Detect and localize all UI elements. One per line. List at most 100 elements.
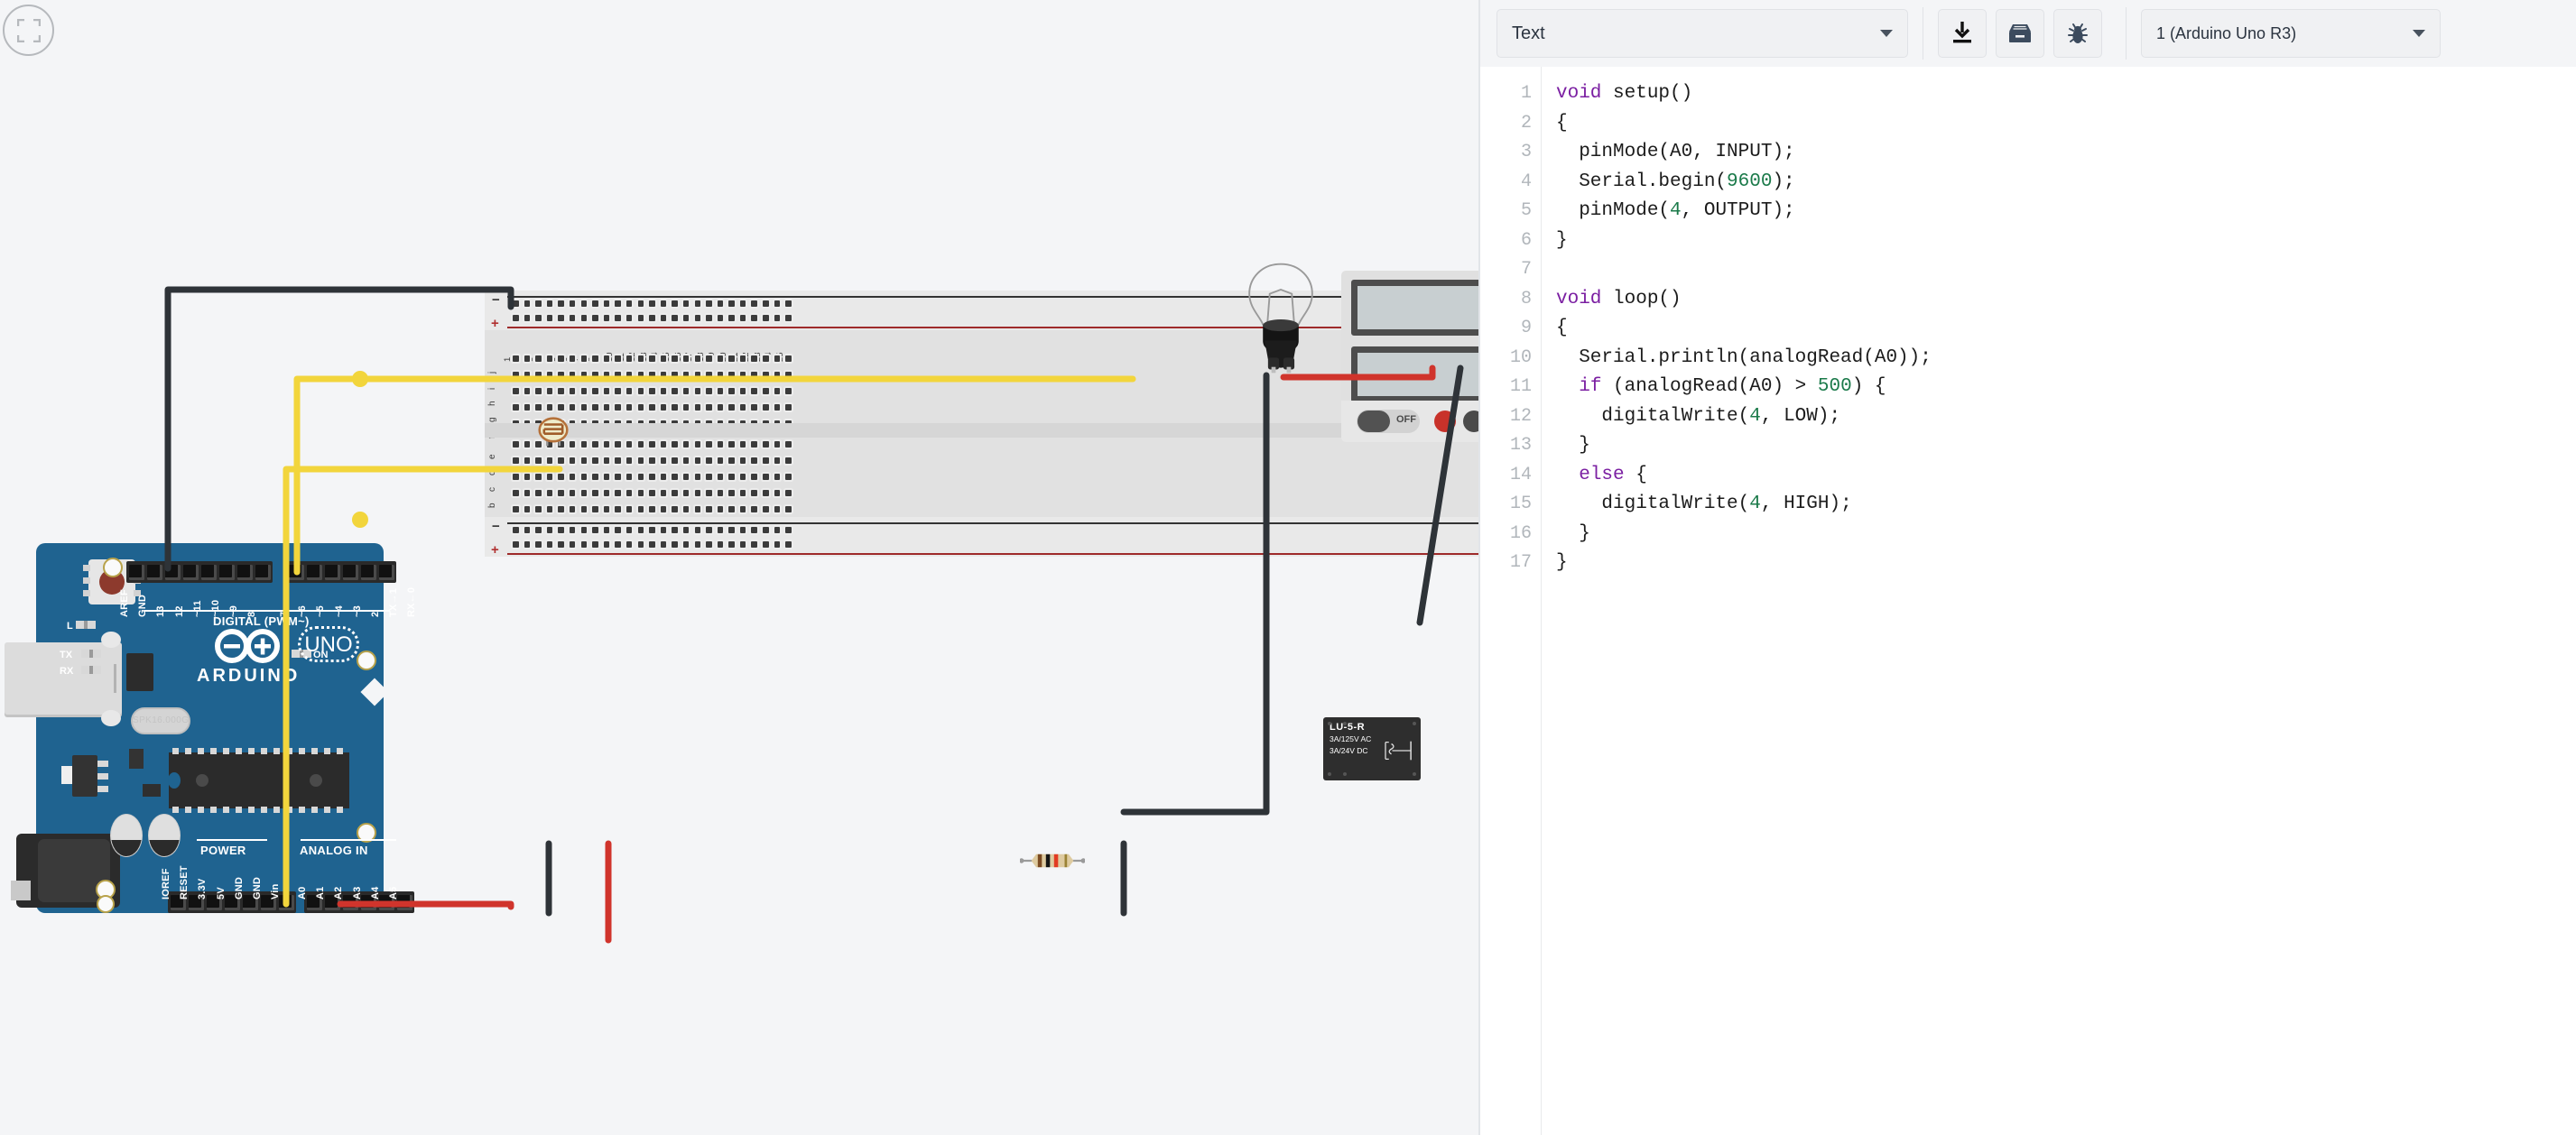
breadboard-hole[interactable] xyxy=(646,473,658,482)
breadboard-hole[interactable] xyxy=(703,473,715,482)
breadboard-hole[interactable] xyxy=(748,526,760,535)
power-supply[interactable]: OFF xyxy=(1341,271,1478,442)
breadboard-hole[interactable] xyxy=(726,540,737,549)
breadboard-hole[interactable] xyxy=(760,371,772,380)
breadboard-hole[interactable] xyxy=(669,489,681,498)
breadboard-hole[interactable] xyxy=(612,505,624,514)
breadboard-hole[interactable] xyxy=(624,505,635,514)
breadboard-hole[interactable] xyxy=(589,300,601,309)
breadboard-hole[interactable] xyxy=(783,440,794,449)
psu-power-toggle[interactable]: OFF xyxy=(1357,410,1420,433)
breadboard-hole[interactable] xyxy=(510,489,522,498)
digital-header-left[interactable] xyxy=(126,561,273,583)
breadboard-hole[interactable] xyxy=(635,314,647,323)
breadboard-hole[interactable] xyxy=(681,473,692,482)
breadboard-hole[interactable] xyxy=(726,355,737,364)
breadboard-hole[interactable] xyxy=(601,300,613,309)
breadboard-hole[interactable] xyxy=(601,314,613,323)
breadboard-hole[interactable] xyxy=(658,526,670,535)
breadboard-hole[interactable] xyxy=(533,403,544,412)
breadboard-hole[interactable] xyxy=(601,457,613,466)
breadboard-hole[interactable] xyxy=(681,505,692,514)
pin-socket[interactable] xyxy=(255,565,271,580)
breadboard-hole[interactable] xyxy=(760,403,772,412)
breadboard-hole[interactable] xyxy=(760,314,772,323)
breadboard-hole[interactable] xyxy=(692,440,704,449)
breadboard-hole[interactable] xyxy=(669,457,681,466)
breadboard-hole[interactable] xyxy=(635,387,647,396)
breadboard-hole[interactable] xyxy=(612,314,624,323)
breadboard-hole[interactable] xyxy=(715,314,727,323)
breadboard-hole[interactable] xyxy=(658,387,670,396)
breadboard-hole[interactable] xyxy=(522,540,533,549)
breadboard-hole[interactable] xyxy=(635,473,647,482)
breadboard-hole[interactable] xyxy=(601,440,613,449)
breadboard-hole[interactable] xyxy=(669,440,681,449)
breadboard-hole[interactable] xyxy=(646,540,658,549)
breadboard-hole[interactable] xyxy=(589,440,601,449)
breadboard-hole[interactable] xyxy=(726,403,737,412)
breadboard-hole[interactable] xyxy=(715,489,727,498)
breadboard-hole[interactable] xyxy=(715,540,727,549)
breadboard-hole[interactable] xyxy=(692,540,704,549)
arduino-uno-board[interactable]: SPK16.000G xyxy=(36,543,384,913)
breadboard-hole[interactable] xyxy=(726,489,737,498)
breadboard-row-j[interactable] xyxy=(510,355,794,364)
breadboard-hole[interactable] xyxy=(646,489,658,498)
breadboard-hole[interactable] xyxy=(703,440,715,449)
breadboard-hole[interactable] xyxy=(737,387,749,396)
breadboard-hole[interactable] xyxy=(579,403,590,412)
breadboard-hole[interactable] xyxy=(544,387,556,396)
breadboard-hole[interactable] xyxy=(692,403,704,412)
breadboard-hole[interactable] xyxy=(703,489,715,498)
breadboard-hole[interactable] xyxy=(669,540,681,549)
breadboard-hole[interactable] xyxy=(555,314,567,323)
breadboard-hole[interactable] xyxy=(635,489,647,498)
breadboard-hole[interactable] xyxy=(544,314,556,323)
breadboard-hole[interactable] xyxy=(692,489,704,498)
breadboard-hole[interactable] xyxy=(748,489,760,498)
breadboard-hole[interactable] xyxy=(635,355,647,364)
breadboard-hole[interactable] xyxy=(612,300,624,309)
resistor-1k[interactable] xyxy=(1020,852,1085,870)
breadboard-hole[interactable] xyxy=(635,505,647,514)
breadboard-hole[interactable] xyxy=(567,387,579,396)
breadboard-hole[interactable] xyxy=(692,457,704,466)
breadboard-hole[interactable] xyxy=(772,489,783,498)
breadboard-hole[interactable] xyxy=(748,473,760,482)
breadboard-hole[interactable] xyxy=(522,371,533,380)
breadboard-hole[interactable] xyxy=(635,526,647,535)
breadboard-hole[interactable] xyxy=(715,473,727,482)
breadboard-hole[interactable] xyxy=(635,457,647,466)
breadboard-hole[interactable] xyxy=(692,300,704,309)
breadboard-hole[interactable] xyxy=(555,526,567,535)
breadboard-hole[interactable] xyxy=(658,473,670,482)
breadboard-hole[interactable] xyxy=(760,505,772,514)
breadboard-hole[interactable] xyxy=(510,355,522,364)
breadboard-hole[interactable] xyxy=(658,540,670,549)
breadboard-hole[interactable] xyxy=(748,314,760,323)
breadboard-hole[interactable] xyxy=(555,505,567,514)
breadboard-hole[interactable] xyxy=(567,457,579,466)
breadboard-hole[interactable] xyxy=(555,371,567,380)
breadboard-hole[interactable] xyxy=(522,489,533,498)
breadboard-hole[interactable] xyxy=(579,314,590,323)
breadboard-row-g[interactable] xyxy=(510,403,794,412)
breadboard-hole[interactable] xyxy=(737,403,749,412)
breadboard-hole[interactable] xyxy=(555,355,567,364)
breadboard-hole[interactable] xyxy=(510,540,522,549)
breadboard-hole[interactable] xyxy=(533,457,544,466)
breadboard-hole[interactable] xyxy=(772,457,783,466)
breadboard[interactable]: − + 123456789101112131415161718192021222… xyxy=(485,291,1478,557)
breadboard-hole[interactable] xyxy=(703,371,715,380)
breadboard-hole[interactable] xyxy=(703,457,715,466)
breadboard-hole[interactable] xyxy=(589,473,601,482)
breadboard-hole[interactable] xyxy=(567,505,579,514)
breadboard-hole[interactable] xyxy=(760,355,772,364)
editor-mode-select[interactable]: Text xyxy=(1496,9,1908,58)
breadboard-hole[interactable] xyxy=(612,355,624,364)
breadboard-hole[interactable] xyxy=(555,403,567,412)
breadboard-hole[interactable] xyxy=(612,540,624,549)
breadboard-hole[interactable] xyxy=(624,489,635,498)
breadboard-hole[interactable] xyxy=(737,489,749,498)
